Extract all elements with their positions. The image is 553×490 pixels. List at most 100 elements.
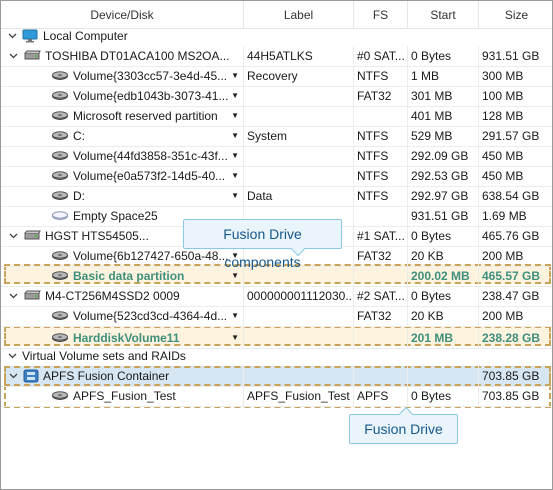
start-cell: 201 MB [408, 328, 479, 348]
partition-row[interactable]: APFS_Fusion_Test APFS_Fusion_Test APFS 0 By… [1, 386, 552, 406]
fs-cell: FAT32 [354, 306, 408, 326]
volume-icon [51, 170, 69, 182]
device-name: HarddiskVolume11 [73, 331, 180, 345]
fs-cell: NTFS [354, 66, 408, 86]
label-cell [244, 106, 354, 126]
dropdown-arrow-icon[interactable]: ▼ [231, 146, 239, 166]
dropdown-arrow-icon[interactable]: ▼ [231, 106, 239, 126]
size-cell: 1.69 MB [482, 209, 527, 223]
partition-row[interactable]: Volume{e0a573f2-14d5-40... ▼ NTFS 292.53 GB… [1, 166, 552, 186]
dropdown-arrow-icon[interactable]: ▼ [231, 186, 239, 206]
partition-row[interactable]: D: ▼ Data NTFS 292.97 GB 638.54 GB [1, 186, 552, 206]
size-cell: 465.76 GB [482, 229, 540, 243]
fs-cell: NTFS [354, 126, 408, 146]
group-virtual-volumes[interactable]: Virtual Volume sets and RAIDs [1, 346, 552, 366]
fs-cell: NTFS [354, 186, 408, 206]
chevron-down-icon[interactable] [8, 291, 19, 302]
start-cell: 529 MB [408, 126, 479, 146]
header-start[interactable]: Start [408, 1, 479, 29]
label-cell: 000000001112030... [244, 286, 354, 306]
device-name: Empty Space25 [73, 209, 158, 223]
partition-row[interactable]: Microsoft reserved partition ▼ 401 MB 128 M… [1, 106, 552, 126]
size-cell: 100 MB [482, 89, 524, 103]
chevron-down-icon[interactable] [8, 371, 19, 382]
fs-cell: FAT32 [354, 246, 408, 266]
column-header: Device/Disk Label FS Start Size [1, 1, 552, 29]
volume-icon [51, 270, 69, 282]
fs-cell [354, 106, 408, 126]
partition-row[interactable]: HarddiskVolume11 ▼ 201 MB 238.28 GB [1, 328, 552, 348]
partition-row[interactable]: Volume{edb1043b-3073-41... ▼ FAT32 301 MB 10… [1, 86, 552, 106]
dropdown-arrow-icon[interactable]: ▼ [231, 306, 239, 326]
device-name: Volume{523cd3cd-4364-4d... [73, 309, 228, 323]
size-cell: 703.85 GB [482, 389, 540, 403]
chevron-down-icon[interactable] [8, 231, 19, 242]
volume-icon [51, 150, 69, 162]
header-fs[interactable]: FS [354, 1, 408, 29]
size-cell: 200 MB [482, 309, 524, 323]
size-cell: 703.85 GB [482, 369, 540, 383]
partition-row[interactable]: Volume{3303cc57-3e4d-45... ▼ Recovery NTFS 1… [1, 66, 552, 86]
dropdown-arrow-icon[interactable]: ▼ [231, 66, 239, 86]
start-cell: 0 Bytes [408, 226, 479, 246]
device-name: Volume{6b127427-650a-48... [73, 249, 229, 263]
fs-cell: NTFS [354, 146, 408, 166]
partition-row[interactable]: Volume{44fd3858-351c-43f... ▼ NTFS 292.09 G… [1, 146, 552, 166]
device-name: TOSHIBA DT01ACA100 MS2OA... [45, 49, 230, 63]
label-cell [244, 306, 354, 326]
disk-row[interactable]: TOSHIBA DT01ACA100 MS2OA... 44H5ATLKS #0 S… [1, 46, 552, 66]
device-name: APFS Fusion Container [43, 369, 170, 383]
label-cell: Recovery [244, 66, 354, 86]
dropdown-arrow-icon[interactable]: ▼ [231, 328, 239, 348]
size-cell: 638.54 GB [482, 189, 540, 203]
fs-cell [354, 366, 408, 386]
partition-row[interactable]: Volume{523cd3cd-4364-4d... ▼ FAT32 20 KB 200… [1, 306, 552, 326]
container-row[interactable]: APFS Fusion Container 703.85 GB [1, 366, 552, 386]
label-cell [244, 166, 354, 186]
callout-drive-text: Fusion Drive [364, 421, 443, 437]
start-cell: 0 Bytes [408, 286, 479, 306]
volume-icon [51, 390, 69, 402]
dropdown-arrow-icon[interactable]: ▼ [231, 86, 239, 106]
fs-cell [354, 266, 408, 286]
header-label[interactable]: Label [244, 1, 354, 29]
start-cell [408, 366, 479, 386]
disk-tree-view: Device/Disk Label FS Start Size Local Co… [0, 0, 553, 490]
chevron-down-icon[interactable] [8, 51, 19, 62]
device-name: Volume{44fd3858-351c-43f... [73, 149, 228, 163]
device-name: APFS_Fusion_Test [73, 389, 176, 403]
label-cell: 44H5ATLKS [244, 46, 354, 66]
device-name: Microsoft reserved partition [73, 109, 218, 123]
device-name: Basic data partition [73, 269, 185, 283]
size-cell: 291.57 GB [482, 129, 540, 143]
group-local-computer[interactable]: Local Computer [1, 26, 552, 46]
header-size[interactable]: Size [479, 1, 552, 29]
label-cell: System [244, 126, 354, 146]
start-cell: 292.09 GB [408, 146, 479, 166]
header-device[interactable]: Device/Disk [1, 1, 244, 29]
start-cell: 0 Bytes [408, 386, 479, 406]
device-name: HGST HTS54505... [45, 229, 149, 243]
volume-icon [51, 70, 69, 82]
size-cell: 450 MB [482, 169, 524, 183]
volume-icon [51, 332, 69, 344]
empty-space-icon [51, 210, 69, 222]
fs-cell [354, 328, 408, 348]
start-cell: 20 KB [408, 246, 479, 266]
dropdown-arrow-icon[interactable]: ▼ [231, 166, 239, 186]
fs-cell: #0 SAT... [354, 46, 408, 66]
chevron-down-icon[interactable] [7, 31, 18, 42]
size-cell: 931.51 GB [482, 49, 540, 63]
apfs-container-icon [23, 369, 39, 383]
device-name: D: [73, 189, 85, 203]
volume-icon [51, 110, 69, 122]
disk-row[interactable]: M4-CT256M4SSD2 0009 000000001112030... #2 … [1, 286, 552, 306]
label-cell [244, 366, 354, 386]
volume-icon [51, 190, 69, 202]
callout-fusion-components: Fusion Drive components [183, 219, 342, 270]
chevron-down-icon[interactable] [7, 351, 18, 362]
partition-row[interactable]: C: ▼ System NTFS 529 MB 291.57 GB [1, 126, 552, 146]
start-cell: 301 MB [408, 86, 479, 106]
dropdown-arrow-icon[interactable]: ▼ [231, 126, 239, 146]
start-cell: 0 Bytes [408, 46, 479, 66]
